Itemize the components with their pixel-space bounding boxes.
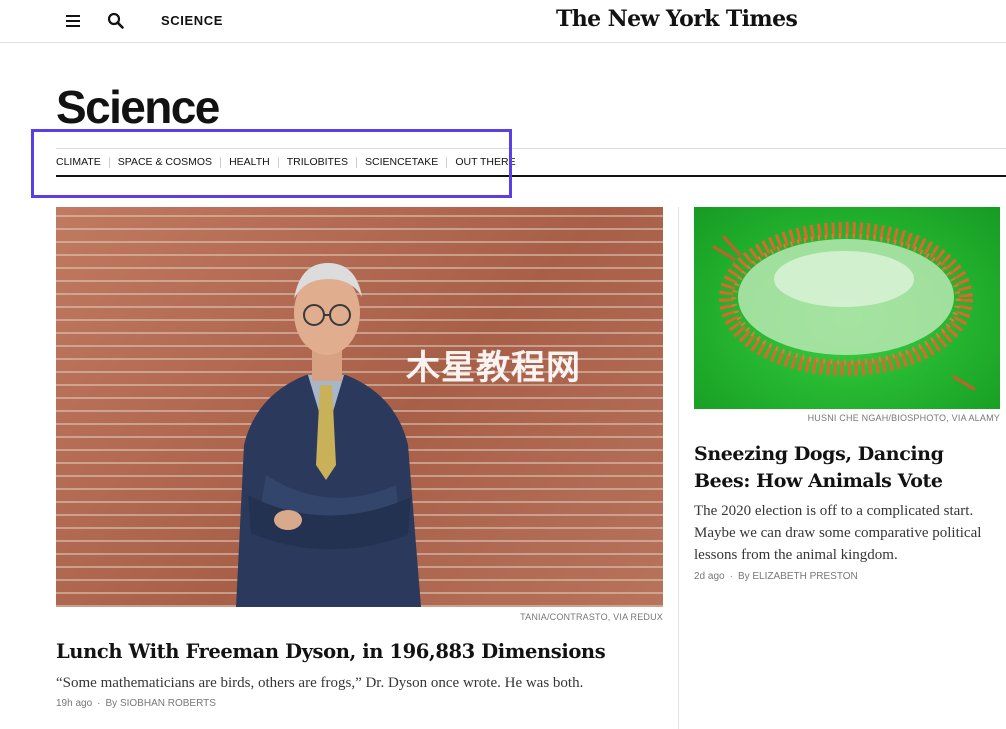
lead-story-photo[interactable]: 木星教程网	[56, 207, 663, 607]
lead-story-headline[interactable]: Lunch With Freeman Dyson, in 196,883 Dim…	[56, 640, 605, 663]
subnav-item-health[interactable]: HEALTH	[229, 156, 270, 168]
search-icon[interactable]	[106, 11, 126, 31]
subnav-item-trilobites[interactable]: TRILOBITES	[287, 156, 348, 168]
divider	[56, 148, 1006, 149]
subnav-separator	[446, 157, 447, 168]
photo-credit: TANIA/CONTRASTO, VIA REDUX	[520, 612, 663, 622]
side-story-photo[interactable]	[694, 207, 1000, 409]
byline: By SIOBHAN ROBERTS	[106, 698, 216, 709]
meta-dot: ·	[730, 571, 733, 582]
hamburger-menu-icon[interactable]	[64, 12, 82, 30]
meta-dot: ·	[97, 698, 100, 709]
photo-credit: HUSNI CHE NGAH/BIOSPHOTO, VIA ALAMY	[808, 413, 1000, 423]
subsection-nav: CLIMATE SPACE & COSMOS HEALTH TRILOBITES…	[56, 156, 516, 168]
side-story-summary: The 2020 election is off to a complicate…	[694, 500, 1006, 566]
top-bar: SCIENCE The New York Times	[0, 0, 1006, 43]
byline: By ELIZABETH PRESTON	[738, 571, 858, 582]
timestamp: 19h ago	[56, 698, 92, 709]
subnav-item-sciencetake[interactable]: SCIENCETAKE	[365, 156, 438, 168]
page-title: Science	[56, 80, 219, 134]
portrait-figure	[196, 235, 456, 607]
lead-story-meta: 19h ago · By SIOBHAN ROBERTS	[56, 698, 216, 709]
subnav-separator	[109, 157, 110, 168]
side-story-meta: 2d ago · By ELIZABETH PRESTON	[694, 571, 858, 582]
ant-ring-illustration	[694, 207, 1000, 409]
subnav-item-climate[interactable]: CLIMATE	[56, 156, 101, 168]
column-divider	[678, 207, 679, 729]
nyt-logo[interactable]: The New York Times	[556, 6, 797, 32]
subnav-item-space-cosmos[interactable]: SPACE & COSMOS	[118, 156, 212, 168]
subnav-separator	[356, 157, 357, 168]
side-story-headline[interactable]: Sneezing Dogs, Dancing Bees: How Animals…	[694, 441, 994, 495]
watermark-text: 木星教程网	[406, 340, 581, 389]
timestamp: 2d ago	[694, 571, 725, 582]
lead-story-summary: “Some mathematicians are birds, others a…	[56, 675, 583, 692]
subnav-item-out-there[interactable]: OUT THERE	[455, 156, 515, 168]
section-rule	[56, 175, 1006, 177]
subnav-separator	[220, 157, 221, 168]
section-link-science[interactable]: SCIENCE	[161, 13, 223, 28]
subnav-separator	[278, 157, 279, 168]
